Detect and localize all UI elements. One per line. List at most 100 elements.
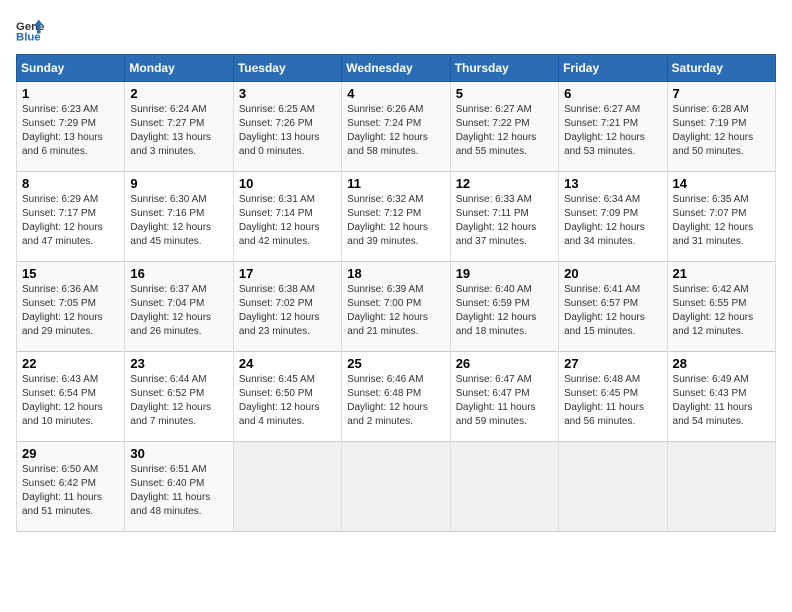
- day-number: 14: [673, 176, 770, 191]
- calendar-cell: 8 Sunrise: 6:29 AM Sunset: 7:17 PM Dayli…: [17, 172, 125, 262]
- calendar-week-row: 8 Sunrise: 6:29 AM Sunset: 7:17 PM Dayli…: [17, 172, 776, 262]
- calendar-cell: 20 Sunrise: 6:41 AM Sunset: 6:57 PM Dayl…: [559, 262, 667, 352]
- day-detail: Sunrise: 6:48 AM Sunset: 6:45 PM Dayligh…: [564, 373, 661, 429]
- day-number: 4: [347, 86, 444, 101]
- day-detail: Sunrise: 6:49 AM Sunset: 6:43 PM Dayligh…: [673, 373, 770, 429]
- day-number: 16: [130, 266, 227, 281]
- day-number: 12: [456, 176, 553, 191]
- day-number: 5: [456, 86, 553, 101]
- calendar-cell: 2 Sunrise: 6:24 AM Sunset: 7:27 PM Dayli…: [125, 82, 233, 172]
- day-detail: Sunrise: 6:24 AM Sunset: 7:27 PM Dayligh…: [130, 103, 227, 159]
- day-detail: Sunrise: 6:50 AM Sunset: 6:42 PM Dayligh…: [22, 463, 119, 519]
- day-detail: Sunrise: 6:33 AM Sunset: 7:11 PM Dayligh…: [456, 193, 553, 249]
- calendar-cell: 6 Sunrise: 6:27 AM Sunset: 7:21 PM Dayli…: [559, 82, 667, 172]
- svg-text:Blue: Blue: [16, 32, 41, 44]
- calendar-cell: [667, 442, 775, 532]
- weekday-header: Sunday: [17, 55, 125, 82]
- weekday-header: Monday: [125, 55, 233, 82]
- day-detail: Sunrise: 6:38 AM Sunset: 7:02 PM Dayligh…: [239, 283, 336, 339]
- day-detail: Sunrise: 6:26 AM Sunset: 7:24 PM Dayligh…: [347, 103, 444, 159]
- calendar-cell: 23 Sunrise: 6:44 AM Sunset: 6:52 PM Dayl…: [125, 352, 233, 442]
- day-detail: Sunrise: 6:29 AM Sunset: 7:17 PM Dayligh…: [22, 193, 119, 249]
- day-detail: Sunrise: 6:27 AM Sunset: 7:21 PM Dayligh…: [564, 103, 661, 159]
- calendar-week-row: 15 Sunrise: 6:36 AM Sunset: 7:05 PM Dayl…: [17, 262, 776, 352]
- logo: General Blue: [16, 16, 50, 44]
- day-detail: Sunrise: 6:36 AM Sunset: 7:05 PM Dayligh…: [22, 283, 119, 339]
- day-detail: Sunrise: 6:23 AM Sunset: 7:29 PM Dayligh…: [22, 103, 119, 159]
- calendar-cell: 26 Sunrise: 6:47 AM Sunset: 6:47 PM Dayl…: [450, 352, 558, 442]
- calendar-cell: 11 Sunrise: 6:32 AM Sunset: 7:12 PM Dayl…: [342, 172, 450, 262]
- calendar-week-row: 1 Sunrise: 6:23 AM Sunset: 7:29 PM Dayli…: [17, 82, 776, 172]
- calendar-table: SundayMondayTuesdayWednesdayThursdayFrid…: [16, 54, 776, 532]
- day-detail: Sunrise: 6:34 AM Sunset: 7:09 PM Dayligh…: [564, 193, 661, 249]
- day-detail: Sunrise: 6:41 AM Sunset: 6:57 PM Dayligh…: [564, 283, 661, 339]
- day-detail: Sunrise: 6:35 AM Sunset: 7:07 PM Dayligh…: [673, 193, 770, 249]
- calendar-cell: [450, 442, 558, 532]
- day-number: 15: [22, 266, 119, 281]
- calendar-cell: [559, 442, 667, 532]
- day-detail: Sunrise: 6:51 AM Sunset: 6:40 PM Dayligh…: [130, 463, 227, 519]
- weekday-header: Saturday: [667, 55, 775, 82]
- day-number: 17: [239, 266, 336, 281]
- weekday-row: SundayMondayTuesdayWednesdayThursdayFrid…: [17, 55, 776, 82]
- calendar-week-row: 29 Sunrise: 6:50 AM Sunset: 6:42 PM Dayl…: [17, 442, 776, 532]
- logo-icon: General Blue: [16, 16, 44, 44]
- weekday-header: Friday: [559, 55, 667, 82]
- day-number: 26: [456, 356, 553, 371]
- day-number: 20: [564, 266, 661, 281]
- weekday-header: Thursday: [450, 55, 558, 82]
- calendar-cell: 19 Sunrise: 6:40 AM Sunset: 6:59 PM Dayl…: [450, 262, 558, 352]
- calendar-cell: 3 Sunrise: 6:25 AM Sunset: 7:26 PM Dayli…: [233, 82, 341, 172]
- calendar-cell: 15 Sunrise: 6:36 AM Sunset: 7:05 PM Dayl…: [17, 262, 125, 352]
- calendar-cell: 27 Sunrise: 6:48 AM Sunset: 6:45 PM Dayl…: [559, 352, 667, 442]
- calendar-cell: 9 Sunrise: 6:30 AM Sunset: 7:16 PM Dayli…: [125, 172, 233, 262]
- day-detail: Sunrise: 6:43 AM Sunset: 6:54 PM Dayligh…: [22, 373, 119, 429]
- day-number: 13: [564, 176, 661, 191]
- calendar-cell: 4 Sunrise: 6:26 AM Sunset: 7:24 PM Dayli…: [342, 82, 450, 172]
- calendar-cell: 7 Sunrise: 6:28 AM Sunset: 7:19 PM Dayli…: [667, 82, 775, 172]
- day-number: 7: [673, 86, 770, 101]
- calendar-cell: 21 Sunrise: 6:42 AM Sunset: 6:55 PM Dayl…: [667, 262, 775, 352]
- day-detail: Sunrise: 6:42 AM Sunset: 6:55 PM Dayligh…: [673, 283, 770, 339]
- day-number: 8: [22, 176, 119, 191]
- day-detail: Sunrise: 6:30 AM Sunset: 7:16 PM Dayligh…: [130, 193, 227, 249]
- calendar-cell: 10 Sunrise: 6:31 AM Sunset: 7:14 PM Dayl…: [233, 172, 341, 262]
- day-detail: Sunrise: 6:25 AM Sunset: 7:26 PM Dayligh…: [239, 103, 336, 159]
- calendar-cell: 28 Sunrise: 6:49 AM Sunset: 6:43 PM Dayl…: [667, 352, 775, 442]
- weekday-header: Wednesday: [342, 55, 450, 82]
- day-number: 29: [22, 446, 119, 461]
- header: General Blue: [16, 16, 776, 44]
- day-number: 23: [130, 356, 227, 371]
- day-number: 10: [239, 176, 336, 191]
- day-detail: Sunrise: 6:39 AM Sunset: 7:00 PM Dayligh…: [347, 283, 444, 339]
- day-detail: Sunrise: 6:44 AM Sunset: 6:52 PM Dayligh…: [130, 373, 227, 429]
- day-number: 19: [456, 266, 553, 281]
- day-number: 1: [22, 86, 119, 101]
- day-number: 18: [347, 266, 444, 281]
- day-detail: Sunrise: 6:37 AM Sunset: 7:04 PM Dayligh…: [130, 283, 227, 339]
- calendar-header: SundayMondayTuesdayWednesdayThursdayFrid…: [17, 55, 776, 82]
- day-detail: Sunrise: 6:32 AM Sunset: 7:12 PM Dayligh…: [347, 193, 444, 249]
- calendar-week-row: 22 Sunrise: 6:43 AM Sunset: 6:54 PM Dayl…: [17, 352, 776, 442]
- calendar-cell: 18 Sunrise: 6:39 AM Sunset: 7:00 PM Dayl…: [342, 262, 450, 352]
- day-detail: Sunrise: 6:45 AM Sunset: 6:50 PM Dayligh…: [239, 373, 336, 429]
- calendar-cell: 17 Sunrise: 6:38 AM Sunset: 7:02 PM Dayl…: [233, 262, 341, 352]
- day-number: 11: [347, 176, 444, 191]
- day-number: 27: [564, 356, 661, 371]
- calendar-cell: 29 Sunrise: 6:50 AM Sunset: 6:42 PM Dayl…: [17, 442, 125, 532]
- day-number: 9: [130, 176, 227, 191]
- calendar-cell: 30 Sunrise: 6:51 AM Sunset: 6:40 PM Dayl…: [125, 442, 233, 532]
- calendar-cell: 5 Sunrise: 6:27 AM Sunset: 7:22 PM Dayli…: [450, 82, 558, 172]
- weekday-header: Tuesday: [233, 55, 341, 82]
- day-number: 3: [239, 86, 336, 101]
- day-detail: Sunrise: 6:46 AM Sunset: 6:48 PM Dayligh…: [347, 373, 444, 429]
- day-detail: Sunrise: 6:28 AM Sunset: 7:19 PM Dayligh…: [673, 103, 770, 159]
- day-detail: Sunrise: 6:47 AM Sunset: 6:47 PM Dayligh…: [456, 373, 553, 429]
- calendar-cell: 25 Sunrise: 6:46 AM Sunset: 6:48 PM Dayl…: [342, 352, 450, 442]
- calendar-cell: 14 Sunrise: 6:35 AM Sunset: 7:07 PM Dayl…: [667, 172, 775, 262]
- day-number: 24: [239, 356, 336, 371]
- day-number: 28: [673, 356, 770, 371]
- calendar-cell: 1 Sunrise: 6:23 AM Sunset: 7:29 PM Dayli…: [17, 82, 125, 172]
- day-detail: Sunrise: 6:31 AM Sunset: 7:14 PM Dayligh…: [239, 193, 336, 249]
- day-number: 25: [347, 356, 444, 371]
